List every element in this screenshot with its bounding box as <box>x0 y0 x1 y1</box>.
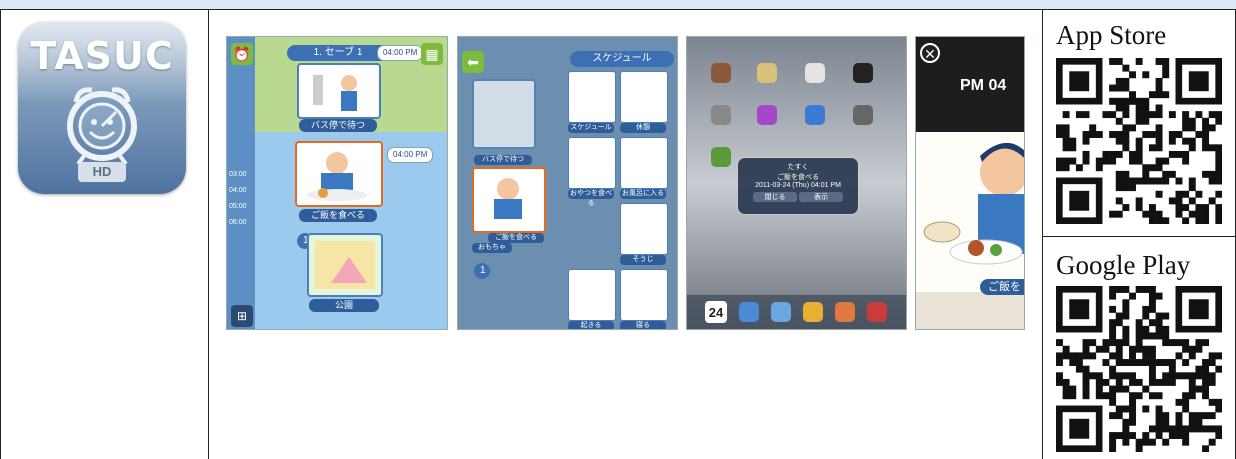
screenshot-schedule-list[interactable]: ⏰ 1. セーブ 1 04:00 PM ▦ バス停で待つ 04:00 PM ご飯… <box>226 36 448 330</box>
grid-item-schedule[interactable] <box>568 71 616 123</box>
timeline-column <box>227 37 255 329</box>
grid-caption: お風呂に入る <box>620 189 666 199</box>
dock-icon-safari[interactable] <box>771 302 791 322</box>
add-task-icon[interactable]: ⊞ <box>231 305 253 327</box>
grid-caption: 休憩 <box>620 123 666 133</box>
dock-icon-tasuc[interactable] <box>867 302 887 322</box>
task-card-eat[interactable] <box>295 141 383 207</box>
park-illustration <box>315 241 375 289</box>
app-icon-photobooth[interactable] <box>711 105 731 125</box>
item-number-badge: 1 <box>474 263 490 279</box>
app-store-label[interactable]: App Store <box>1056 20 1166 51</box>
grid-caption: 起きる <box>568 321 614 329</box>
dock-icon-photos[interactable] <box>803 302 823 322</box>
notification-dialog[interactable]: たすく ご飯を食べる 2011-03-24 (Thu) 04:01 PM 閉じる… <box>737 157 859 215</box>
app-icon-gamecenter[interactable] <box>853 105 873 125</box>
screenshot-notification[interactable]: たすく ご飯を食べる 2011-03-24 (Thu) 04:01 PM 閉じる… <box>686 36 907 330</box>
screenshot-schedule-picker[interactable]: ⬅ バス停で待つ ご飯を食べる おもちゃ 1 スケジュール スケジュール 休憩 … <box>457 36 678 330</box>
app-icon-notes[interactable] <box>757 63 777 83</box>
dragging-card-eat[interactable] <box>472 167 546 233</box>
app-icon-itunes[interactable] <box>757 105 777 125</box>
caption-eat: ご飯を食べる <box>299 209 377 222</box>
eating-illustration <box>494 178 522 219</box>
alarm-caption: ご飯を <box>980 279 1024 295</box>
schedule-header: スケジュール <box>570 51 674 67</box>
save-slot-pill: 1. セーブ 1 <box>287 45 389 61</box>
app-icon-contacts[interactable] <box>711 63 731 83</box>
time-label: 04:00 <box>229 187 247 194</box>
grid-item-snack[interactable] <box>568 137 616 189</box>
column-divider-2 <box>1042 10 1043 459</box>
app-icon-tasuc[interactable] <box>711 147 731 167</box>
grid-menu-icon[interactable]: ▦ <box>421 43 443 65</box>
hd-badge: HD <box>78 162 126 182</box>
app-store-qr-code[interactable] <box>1056 58 1222 224</box>
store-row-divider <box>1042 236 1236 237</box>
dialog-close-button[interactable]: 閉じる <box>753 192 798 202</box>
grid-item-wake[interactable] <box>568 269 616 321</box>
bus-stop-illustration <box>313 75 357 111</box>
calendar-icon[interactable]: 24 <box>705 301 727 323</box>
eating-boy-illustration <box>916 132 1024 292</box>
dock-icon-ipod[interactable] <box>835 302 855 322</box>
faded-card-bus-stop <box>472 79 536 149</box>
dock-icon-mail[interactable] <box>739 302 759 322</box>
caption-eat: ご飯を食べる <box>488 233 544 243</box>
dialog-view-button[interactable]: 表示 <box>798 192 843 202</box>
grid-item-sleep[interactable] <box>620 269 668 321</box>
grid-caption: 寝る <box>620 321 666 329</box>
faded-caption-bus-stop: バス停で待つ <box>474 155 532 165</box>
grid-item-cleaning[interactable] <box>620 203 668 255</box>
dialog-title: たすく <box>787 164 809 171</box>
app-icon[interactable]: TASUC HD <box>18 22 186 194</box>
header-band <box>0 0 1236 10</box>
grid-item-bath[interactable] <box>620 137 668 189</box>
grid-caption: おやつを食べる <box>568 189 614 207</box>
caption-bus-stop: バス停で待つ <box>299 119 377 132</box>
grid-caption: スケジュール <box>568 123 614 133</box>
task-card-bus-stop[interactable] <box>297 63 381 119</box>
app-icon-maps[interactable] <box>805 63 825 83</box>
app-icon-videos[interactable] <box>853 63 873 83</box>
google-play-label[interactable]: Google Play <box>1056 250 1190 281</box>
task-card-park[interactable] <box>307 233 383 297</box>
column-divider-1 <box>208 10 209 459</box>
app-icon-appstore[interactable] <box>805 105 825 125</box>
dialog-line-2: 2011-03-24 (Thu) 04:01 PM <box>755 182 841 189</box>
alarm-button-icon[interactable]: ⏰ <box>231 43 253 65</box>
google-play-qr-code[interactable] <box>1056 286 1222 452</box>
alarm-time: PM 04 <box>960 77 1007 94</box>
time-label: 03:00 <box>229 171 247 178</box>
close-icon[interactable]: ✕ <box>920 43 940 63</box>
table-border-left <box>0 10 1 459</box>
caption-toys: おもちゃ <box>472 243 512 253</box>
caption-park: 公園 <box>309 299 379 312</box>
eating-illustration <box>307 152 367 201</box>
time-label: 06:00 <box>229 219 247 226</box>
header-time: 04:00 PM <box>377 45 424 61</box>
back-arrow-icon[interactable]: ⬅ <box>462 51 484 73</box>
task-time-bubble: 04:00 PM <box>387 147 434 163</box>
grid-item-rest[interactable] <box>620 71 668 123</box>
dialog-line-1: ご飯を食べる <box>777 174 819 181</box>
screenshot-alarm[interactable]: ✕ PM 04 ご飯を <box>915 36 1025 330</box>
grid-caption: そうじ <box>620 255 666 265</box>
time-label: 05:00 <box>229 203 247 210</box>
